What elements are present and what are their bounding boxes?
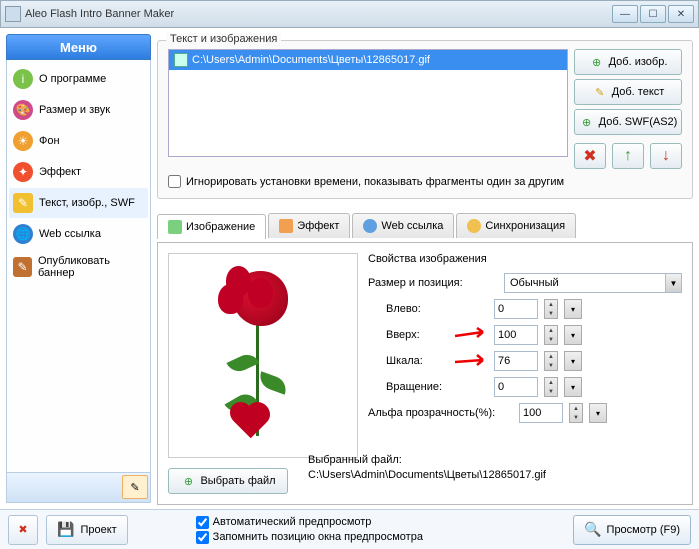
left-spinner[interactable]: ▲▼ [544, 299, 558, 319]
selected-file-path: C:\Users\Admin\Documents\Цветы\12865017.… [308, 468, 682, 483]
preview-button[interactable]: 🔍Просмотр (F9) [573, 515, 691, 545]
cancel-button[interactable]: ✖ [8, 515, 38, 545]
effect-tab-icon [279, 219, 293, 233]
close-button[interactable]: ✕ [668, 5, 694, 23]
move-up-button[interactable]: ↑ [612, 143, 644, 169]
image-properties: Свойства изображения Размер и позиция: О… [368, 253, 682, 494]
file-path: C:\Users\Admin\Documents\Цветы\12865017.… [192, 54, 430, 66]
add-swf-button[interactable]: ⊕Доб. SWF(AS2) [574, 109, 682, 135]
chevron-down-icon: ▼ [665, 274, 681, 292]
sidebar: Меню iО программе 🎨Размер и звук ☀Фон ✦Э… [6, 34, 151, 503]
rotation-menu-button[interactable]: ▾ [564, 377, 582, 397]
alpha-menu-button[interactable]: ▾ [589, 403, 607, 423]
sync-tab-icon [467, 219, 481, 233]
scale-input[interactable] [494, 351, 538, 371]
maximize-button[interactable]: ☐ [640, 5, 666, 23]
arrow-down-icon: ↓ [662, 147, 670, 165]
sidebar-item-bg[interactable]: ☀Фон [9, 126, 148, 156]
sidebar-item-effect[interactable]: ✦Эффект [9, 157, 148, 187]
sidebar-item-label: Фон [39, 135, 60, 147]
selected-file-label: Выбранный файл: [308, 453, 682, 468]
sidebar-item-label: Опубликовать баннер [38, 255, 144, 279]
alpha-input[interactable] [519, 403, 563, 423]
left-menu-button[interactable]: ▾ [564, 299, 582, 319]
delete-icon: ✖ [583, 146, 596, 166]
sidebar-item-label: Размер и звук [39, 104, 110, 116]
tabs: Изображение Эффект Web ссылка Синхрониза… [157, 213, 693, 238]
sidebar-item-size[interactable]: 🎨Размер и звук [9, 95, 148, 125]
sidebar-item-label: Web ссылка [39, 228, 101, 240]
props-title: Свойства изображения [368, 253, 682, 265]
top-input[interactable] [494, 325, 538, 345]
group-label: Текст и изображения [166, 33, 281, 45]
add-text-button[interactable]: ✎Доб. текст [574, 79, 682, 105]
image-preview [168, 253, 358, 458]
scale-menu-button[interactable]: ▾ [564, 351, 582, 371]
text-images-group: Текст и изображения C:\Users\Admin\Docum… [157, 40, 693, 199]
top-spinner[interactable]: ▲▼ [544, 325, 558, 345]
add-image-icon: ⊕ [589, 54, 605, 70]
tab-effect[interactable]: Эффект [268, 213, 350, 238]
window-title: Aleo Flash Intro Banner Maker [25, 8, 608, 20]
file-item-selected[interactable]: C:\Users\Admin\Documents\Цветы\12865017.… [169, 50, 567, 70]
move-down-button[interactable]: ↓ [650, 143, 682, 169]
menu-header: Меню [6, 34, 151, 60]
remember-position-label: Запомнить позицию окна предпросмотра [213, 531, 423, 543]
left-input[interactable] [494, 299, 538, 319]
add-text-icon: ✎ [592, 84, 608, 100]
image-file-icon [174, 53, 188, 67]
menu-footer: ✎ [6, 473, 151, 503]
menu-collapse-button[interactable]: ✎ [122, 475, 148, 499]
save-icon: 💾 [57, 521, 74, 538]
footer: ✖ 💾Проект Автоматический предпросмотр За… [0, 509, 699, 549]
annotation-arrow-icon [453, 353, 493, 371]
file-list[interactable]: C:\Users\Admin\Documents\Цветы\12865017.… [168, 49, 568, 157]
minimize-button[interactable]: — [612, 5, 638, 23]
tab-image[interactable]: Изображение [157, 214, 266, 239]
magnifier-icon: 🔍 [584, 521, 601, 538]
ignore-timing-label: Игнорировать установки времени, показыва… [186, 176, 564, 188]
choose-file-button[interactable]: ⊕Выбрать файл [168, 468, 288, 494]
arrow-up-icon: ↑ [624, 147, 632, 165]
cancel-icon: ✖ [18, 523, 27, 536]
sidebar-item-web[interactable]: 🌐Web ссылка [9, 219, 148, 249]
sidebar-item-label: Текст, изобр., SWF [39, 197, 135, 209]
plus-icon: ⊕ [180, 473, 196, 489]
top-menu-button[interactable]: ▾ [564, 325, 582, 345]
add-image-button[interactable]: ⊕Доб. изобр. [574, 49, 682, 75]
alpha-label: Альфа прозрачность(%): [368, 407, 513, 419]
image-tab-icon [168, 220, 182, 234]
add-swf-icon: ⊕ [579, 114, 595, 130]
scale-spinner[interactable]: ▲▼ [544, 351, 558, 371]
annotation-arrow-icon [453, 327, 493, 345]
tab-body: ⊕Выбрать файл Свойства изображения Разме… [157, 242, 693, 505]
tab-web[interactable]: Web ссылка [352, 213, 454, 238]
rose-image [198, 266, 328, 446]
remember-position-checkbox[interactable] [196, 531, 209, 544]
web-tab-icon [363, 219, 377, 233]
auto-preview-checkbox[interactable] [196, 516, 209, 529]
tab-sync[interactable]: Синхронизация [456, 213, 576, 238]
alpha-spinner[interactable]: ▲▼ [569, 403, 583, 423]
left-label: Влево: [368, 303, 488, 315]
sidebar-item-text-swf[interactable]: ✎Текст, изобр., SWF [9, 188, 148, 218]
sidebar-item-label: Эффект [39, 166, 81, 178]
rotation-input[interactable] [494, 377, 538, 397]
rotation-spinner[interactable]: ▲▼ [544, 377, 558, 397]
sidebar-item-publish[interactable]: ✎Опубликовать баннер [9, 250, 148, 284]
sidebar-item-about[interactable]: iО программе [9, 64, 148, 94]
rotation-label: Вращение: [368, 381, 488, 393]
sizepos-label: Размер и позиция: [368, 277, 498, 289]
auto-preview-label: Автоматический предпросмотр [213, 516, 372, 528]
app-icon [5, 6, 21, 22]
mode-combo[interactable]: Обычный▼ [504, 273, 682, 293]
project-button[interactable]: 💾Проект [46, 515, 128, 545]
sidebar-item-label: О программе [39, 73, 106, 85]
ignore-timing-checkbox[interactable] [168, 175, 181, 188]
delete-button[interactable]: ✖ [574, 143, 606, 169]
titlebar: Aleo Flash Intro Banner Maker — ☐ ✕ [0, 0, 699, 28]
